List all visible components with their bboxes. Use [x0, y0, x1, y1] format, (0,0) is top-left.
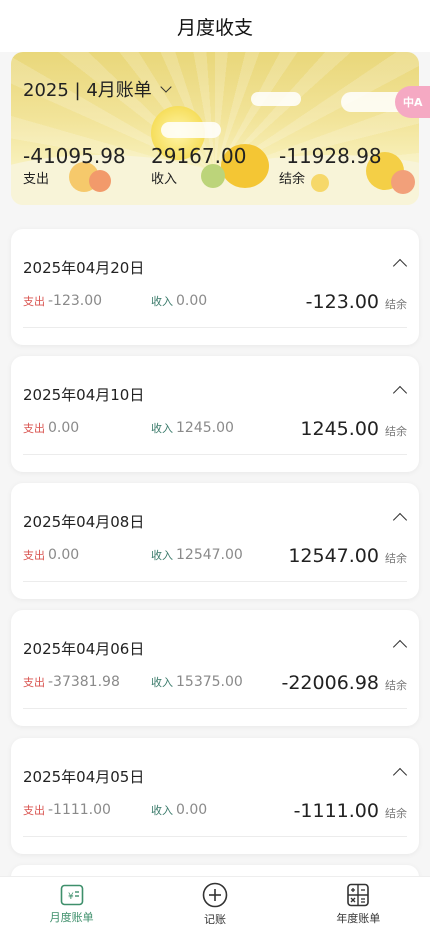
list-item[interactable]: 2025年04月20日 支出 -123.00 收入 0.00 -123.00 结余 [11, 229, 419, 345]
calculator-icon [347, 883, 370, 907]
expense-value: -1111.00 [48, 802, 111, 818]
expense-tag: 支出 [23, 295, 45, 308]
record-income: 收入 0.00 [151, 293, 207, 309]
record-balance: -1111.00 结余 [294, 800, 407, 822]
expense-tag: 支出 [23, 676, 45, 689]
top-bar: 月度收支 [0, 0, 430, 52]
tab-label: 记账 [203, 913, 226, 926]
month-selector-label: 2025 | 4月账单 [23, 80, 152, 101]
income-tag: 收入 [151, 422, 173, 435]
balance-tag: 结余 [385, 552, 407, 565]
record-income: 收入 0.00 [151, 802, 207, 818]
record-date: 2025年04月10日 [23, 386, 145, 404]
income-value: 15375.00 [176, 674, 243, 690]
record-income: 收入 1245.00 [151, 420, 234, 436]
svg-text:¥: ¥ [68, 892, 74, 902]
list-item[interactable]: 2025年04月08日 支出 0.00 收入 12547.00 12547.00 结余 [11, 483, 419, 599]
bill-icon: ¥ [60, 884, 83, 906]
income-total: 29167.00 [151, 144, 247, 168]
income-summary: 29167.00 收入 [151, 144, 246, 187]
expense-total: -41095.98 [23, 144, 126, 168]
balance-value: -22006.98 [281, 672, 379, 694]
chevron-up-icon[interactable] [392, 767, 408, 783]
record-expense: 支出 -1111.00 [23, 802, 111, 818]
expense-value: 0.00 [48, 420, 80, 436]
balance-value: 1245.00 [300, 418, 379, 440]
income-tag: 收入 [151, 549, 173, 562]
balance-tag: 结余 [385, 679, 407, 692]
record-income: 收入 15375.00 [151, 674, 243, 690]
record-expense: 支出 0.00 [23, 420, 79, 436]
record-date: 2025年04月20日 [23, 259, 145, 277]
balance-tag: 结余 [385, 425, 407, 438]
list-item[interactable]: 2025年04月05日 支出 -1111.00 收入 0.00 -1111.00 结余 [11, 738, 419, 854]
tab-record[interactable]: 记账 [143, 877, 286, 932]
expense-tag: 支出 [23, 549, 45, 562]
income-value: 0.00 [176, 802, 208, 818]
month-summary-banner: 2025 | 4月账单 -41095.98 支出 29167.00 收入 -11… [11, 52, 419, 205]
tab-label: 年度账单 [336, 912, 381, 925]
record-balance: 12547.00 结余 [288, 545, 407, 567]
translate-icon[interactable]: 中A [395, 86, 430, 118]
expense-label: 支出 [23, 172, 50, 187]
chevron-up-icon[interactable] [392, 512, 408, 528]
expense-value: 0.00 [48, 547, 80, 563]
balance-tag: 结余 [385, 298, 407, 311]
tab-label: 月度账单 [49, 911, 94, 924]
record-expense: 支出 0.00 [23, 547, 79, 563]
balance-total: -11928.98 [279, 144, 382, 168]
banner-tree [391, 170, 415, 194]
page-title: 月度收支 [176, 16, 253, 39]
record-balance: -123.00 结余 [306, 291, 407, 313]
expense-tag: 支出 [23, 422, 45, 435]
bottom-tab-bar: ¥ 月度账单 记账 年度账单 [0, 876, 430, 932]
record-expense: 支出 -37381.98 [23, 674, 120, 690]
record-balance: -22006.98 结余 [281, 672, 407, 694]
chevron-up-icon[interactable] [392, 385, 408, 401]
expense-summary: -41095.98 支出 [23, 144, 126, 187]
add-circle-icon [202, 882, 228, 908]
balance-summary: -11928.98 结余 [279, 144, 382, 187]
balance-label: 结余 [279, 172, 306, 187]
banner-cloud [161, 122, 221, 138]
chevron-down-icon [160, 81, 172, 93]
balance-value: -123.00 [305, 291, 379, 313]
list-item[interactable]: 2025年04月10日 支出 0.00 收入 1245.00 1245.00 结余 [11, 356, 419, 472]
income-value: 12547.00 [176, 547, 243, 563]
divider [23, 327, 407, 328]
expense-value: -123.00 [48, 293, 103, 309]
balance-value: -1111.00 [293, 800, 379, 822]
income-tag: 收入 [151, 676, 173, 689]
record-date: 2025年04月06日 [23, 640, 145, 658]
month-selector[interactable]: 2025 | 4月账单 [23, 76, 172, 102]
expense-tag: 支出 [23, 804, 45, 817]
divider [23, 836, 407, 837]
divider [23, 454, 407, 455]
tab-monthly-bill[interactable]: ¥ 月度账单 [0, 877, 143, 932]
expense-value: -37381.98 [48, 674, 120, 690]
record-income: 收入 12547.00 [151, 547, 243, 563]
income-value: 1245.00 [176, 420, 234, 436]
banner-cloud [251, 92, 301, 106]
chevron-up-icon[interactable] [392, 258, 408, 274]
divider [23, 708, 407, 709]
tab-yearly-bill[interactable]: 年度账单 [287, 877, 430, 932]
list-item[interactable]: 2025年04月06日 支出 -37381.98 收入 15375.00 -2200… [11, 610, 419, 726]
record-date: 2025年04月08日 [23, 513, 145, 531]
income-tag: 收入 [151, 804, 173, 817]
income-value: 0.00 [176, 293, 208, 309]
record-expense: 支出 -123.00 [23, 293, 102, 309]
chevron-up-icon[interactable] [392, 639, 408, 655]
divider [23, 581, 407, 582]
income-tag: 收入 [151, 295, 173, 308]
record-date: 2025年04月05日 [23, 768, 145, 786]
balance-value: 12547.00 [288, 545, 379, 567]
record-balance: 1245.00 结余 [300, 418, 407, 440]
balance-tag: 结余 [385, 807, 407, 820]
income-label: 收入 [151, 172, 178, 187]
